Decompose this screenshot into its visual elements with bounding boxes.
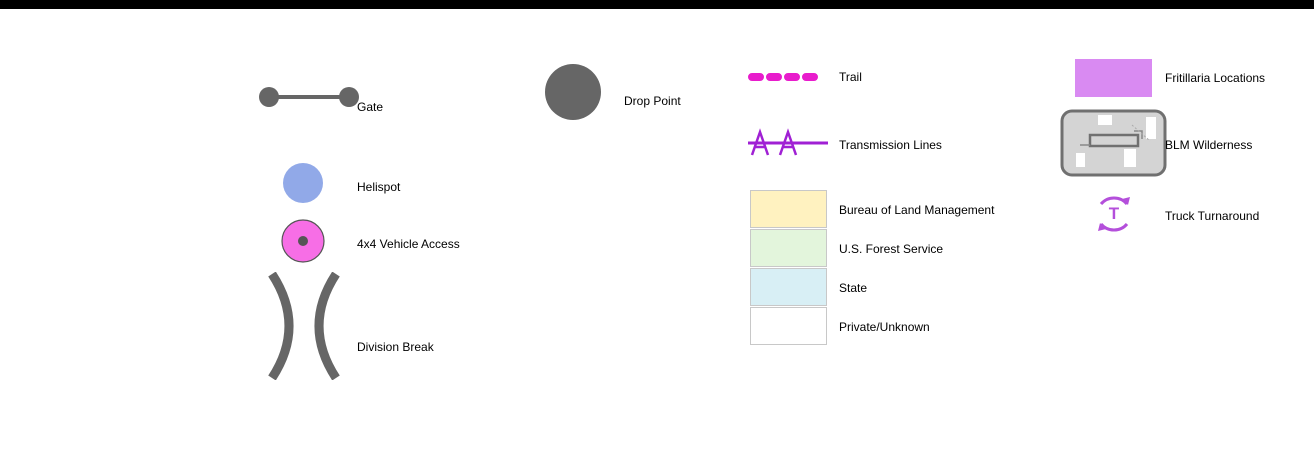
usfs-swatch xyxy=(750,229,827,267)
private-label: Private/Unknown xyxy=(839,320,930,334)
gate-icon xyxy=(259,87,359,107)
fritillaria-label: Fritillaria Locations xyxy=(1165,71,1266,85)
division-break-icon xyxy=(268,272,340,380)
truck-turnaround-label: Truck Turnaround xyxy=(1165,209,1260,223)
state-label: State xyxy=(839,281,868,295)
transmission-line-icon xyxy=(748,128,828,156)
usfs-label: U.S. Forest Service xyxy=(839,242,944,256)
gate-label: Gate xyxy=(357,100,384,114)
vehicle-access-icon xyxy=(281,219,325,263)
blm-swatch xyxy=(750,190,827,228)
truck-turnaround-icon: T xyxy=(1093,193,1135,235)
turnaround-letter: T xyxy=(1108,204,1120,223)
blm-wilderness-label: BLM Wilderness xyxy=(1165,138,1253,152)
division-break-label: Division Break xyxy=(357,340,434,354)
drop-point-icon xyxy=(545,64,601,120)
fritillaria-swatch xyxy=(1075,59,1152,97)
private-swatch xyxy=(750,307,827,345)
trail-icon xyxy=(748,73,820,81)
wilderness-icon xyxy=(1060,109,1167,177)
state-swatch xyxy=(750,268,827,306)
trail-label: Trail xyxy=(839,70,862,84)
top-border xyxy=(0,0,1314,9)
vehicle-access-label: 4x4 Vehicle Access xyxy=(357,237,460,251)
transmission-lines-label: Transmission Lines xyxy=(839,138,942,152)
drop-point-label: Drop Point xyxy=(624,94,681,108)
helispot-icon xyxy=(283,163,323,203)
blm-label: Bureau of Land Management xyxy=(839,203,995,217)
helispot-label: Helispot xyxy=(357,180,401,194)
